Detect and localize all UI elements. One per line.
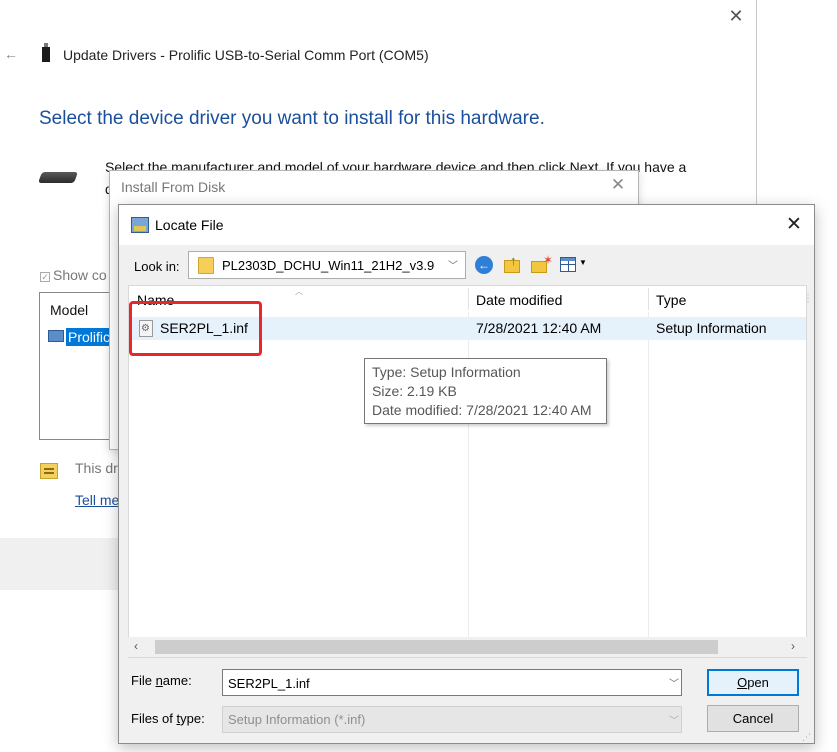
files-of-type-value: Setup Information (*.inf) xyxy=(228,712,366,727)
install-disk-title: Install From Disk xyxy=(121,179,226,195)
look-in-label: Look in: xyxy=(134,259,180,274)
view-menu-icon[interactable]: ▼ xyxy=(560,255,588,275)
show-compatible-checkbox[interactable]: ✓ Show co xyxy=(40,267,107,283)
back-arrow-icon[interactable]: ← xyxy=(4,46,18,62)
tell-me-link[interactable]: Tell me xyxy=(75,492,119,508)
signed-driver-icon xyxy=(40,463,58,479)
sort-ascending-icon: ︿ xyxy=(295,287,303,296)
open-button[interactable]: Open xyxy=(707,669,799,696)
model-column-header: Model xyxy=(50,302,89,318)
file-tooltip: Type: Setup Information Size: 2.19 KB Da… xyxy=(364,358,607,424)
resize-grip-icon[interactable]: ⋰ xyxy=(802,732,811,743)
chevron-down-icon: ﹀ xyxy=(448,261,458,272)
files-of-type-select[interactable]: Setup Information (*.inf) ﹀ xyxy=(222,706,682,733)
locate-close-button[interactable]: ✕ xyxy=(782,214,806,236)
install-disk-close-button[interactable]: ✕ xyxy=(608,175,628,195)
folder-icon xyxy=(198,257,214,274)
cancel-button[interactable]: Cancel xyxy=(707,705,799,732)
horizontal-scrollbar[interactable]: ‹ › xyxy=(128,637,807,657)
signed-driver-text: This dr xyxy=(75,460,118,476)
file-type: Setup Information xyxy=(656,320,767,336)
back-button-icon[interactable]: ← xyxy=(475,256,493,274)
wizard-close-button[interactable]: ✕ xyxy=(726,6,746,26)
locate-file-dialog: Locate File ✕ Look in: PL2303D_DCHU_Win1… xyxy=(118,204,815,744)
wizard-title: Update Drivers - Prolific USB-to-Serial … xyxy=(63,47,429,63)
look-in-value: PL2303D_DCHU_Win11_21H2_v3.9 xyxy=(222,258,435,273)
column-gridline xyxy=(648,312,649,657)
column-divider xyxy=(648,288,649,310)
column-resize-indicator: ⋮ xyxy=(803,293,813,304)
new-folder-icon[interactable]: ✶ xyxy=(530,253,553,275)
usb-device-icon xyxy=(42,43,50,62)
up-folder-icon[interactable]: ↑ xyxy=(502,253,522,274)
scroll-left-icon[interactable]: ‹ xyxy=(134,639,138,653)
tooltip-type: Type: Setup Information xyxy=(372,364,521,380)
file-date: 7/28/2021 12:40 AM xyxy=(476,320,602,336)
locate-file-icon xyxy=(131,217,149,233)
chevron-down-icon[interactable]: ﹀ xyxy=(669,675,679,690)
tooltip-date: Date modified: 7/28/2021 12:40 AM xyxy=(372,402,592,418)
column-header-type[interactable]: Type xyxy=(656,292,686,308)
chevron-down-icon: ﹀ xyxy=(669,716,679,727)
tooltip-size: Size: 2.19 KB xyxy=(372,383,457,399)
scroll-thumb[interactable] xyxy=(155,640,718,654)
file-name-label: File name: xyxy=(131,673,192,688)
wizard-heading: Select the device driver you want to ins… xyxy=(39,108,545,129)
file-name-input[interactable] xyxy=(228,674,648,692)
checkbox-icon: ✓ xyxy=(40,272,50,282)
locate-title: Locate File xyxy=(155,217,224,233)
files-of-type-label: Files of type: xyxy=(131,711,205,726)
show-compatible-label: Show co xyxy=(53,267,107,283)
look-in-dropdown[interactable]: PL2303D_DCHU_Win11_21H2_v3.9 ﹀ xyxy=(188,251,466,279)
red-highlight-box xyxy=(129,301,262,356)
driver-icon xyxy=(48,330,64,342)
hardware-icon xyxy=(37,172,79,183)
scroll-right-icon[interactable]: › xyxy=(791,639,795,653)
file-name-combobox[interactable]: ﹀ xyxy=(222,669,682,696)
locate-titlebar: Locate File ✕ xyxy=(119,205,814,245)
column-divider xyxy=(468,288,469,310)
model-list[interactable]: Model Prolific xyxy=(39,292,119,440)
model-item-label: Prolific xyxy=(66,328,113,346)
column-header-date[interactable]: Date modified xyxy=(476,292,562,308)
